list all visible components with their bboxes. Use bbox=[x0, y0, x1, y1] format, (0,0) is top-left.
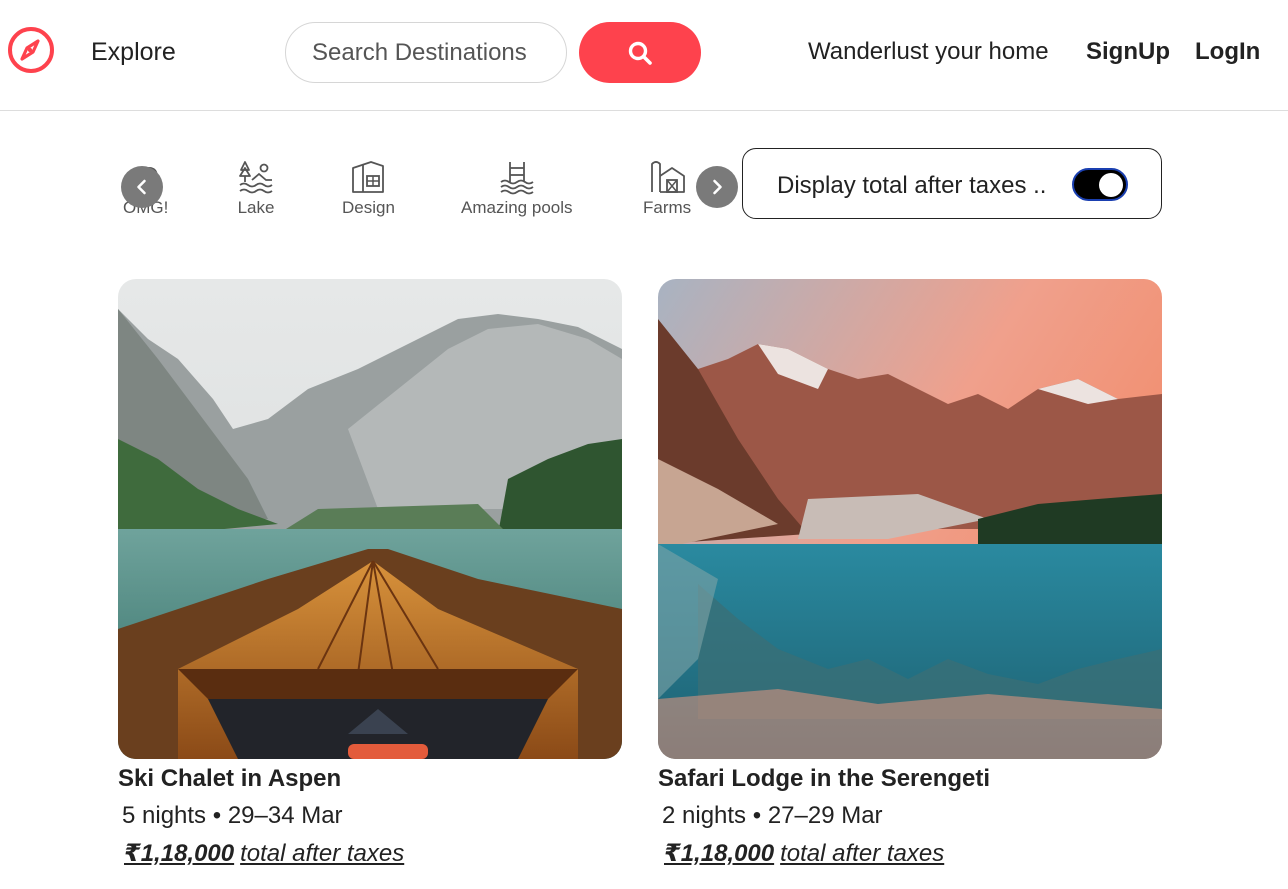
price-amount: ₹1,18,000 bbox=[664, 840, 775, 867]
login-link[interactable]: LogIn bbox=[1195, 38, 1260, 66]
separator-dot: • bbox=[746, 802, 768, 829]
filter-label: Amazing pools bbox=[461, 198, 573, 217]
listing-date-range: 27–29 Mar bbox=[767, 802, 883, 829]
filters-next-button[interactable] bbox=[696, 166, 738, 208]
filter-amazing-pools[interactable]: Amazing pools bbox=[461, 158, 573, 218]
filter-lake[interactable]: Lake bbox=[237, 158, 275, 218]
filter-label: Lake bbox=[237, 198, 275, 217]
compass-icon[interactable] bbox=[7, 26, 55, 74]
search-input[interactable] bbox=[285, 22, 567, 83]
lake-icon bbox=[239, 161, 273, 194]
host-link[interactable]: Wanderlust your home bbox=[808, 38, 1049, 66]
price-amount: ₹1,18,000 bbox=[124, 840, 235, 867]
farm-icon bbox=[651, 161, 685, 193]
listing-date-range: 29–34 Mar bbox=[227, 802, 343, 829]
navbar: Explore Wanderlust your home SignUp LogI… bbox=[0, 0, 1288, 111]
price-suffix: total after taxes bbox=[240, 840, 405, 867]
filter-label: Farms bbox=[643, 198, 692, 217]
filter-farms[interactable]: Farms bbox=[643, 158, 691, 218]
pool-icon bbox=[500, 162, 534, 195]
listing-dates: 2 nights • 27–29 Mar bbox=[658, 802, 1162, 830]
listing-nights: 2 nights bbox=[662, 802, 747, 829]
explore-link[interactable]: Explore bbox=[91, 38, 176, 67]
price-suffix: total after taxes bbox=[780, 840, 945, 867]
tax-toggle-label: Display total after taxes .. bbox=[777, 172, 1047, 199]
listing-price: ₹1,18,000 total after taxes bbox=[118, 839, 622, 868]
chevron-right-icon bbox=[713, 179, 722, 195]
listing-title: Safari Lodge in the Serengeti bbox=[658, 765, 991, 792]
tax-toggle-knob bbox=[1099, 173, 1123, 197]
search-icon bbox=[628, 41, 652, 65]
signup-link[interactable]: SignUp bbox=[1086, 38, 1170, 66]
listing-card[interactable]: Safari Lodge in the Serengeti 2 nights •… bbox=[658, 279, 1162, 868]
filter-label: Design bbox=[342, 198, 395, 217]
filter-design[interactable]: Design bbox=[342, 158, 395, 218]
listing-card[interactable]: Ski Chalet in Aspen 5 nights • 29–34 Mar… bbox=[118, 279, 622, 868]
listing-dates: 5 nights • 29–34 Mar bbox=[118, 802, 622, 830]
listing-image[interactable] bbox=[118, 279, 622, 759]
filters-prev-button[interactable] bbox=[121, 166, 163, 208]
design-icon bbox=[352, 161, 385, 193]
listing-price: ₹1,18,000 total after taxes bbox=[658, 839, 1162, 868]
search-button[interactable] bbox=[579, 22, 701, 83]
listing-nights: 5 nights bbox=[122, 802, 207, 829]
chevron-left-icon bbox=[137, 179, 146, 195]
listing-image[interactable] bbox=[658, 279, 1162, 759]
category-filters: OMG! Lake Design bbox=[118, 150, 738, 230]
listing-title: Ski Chalet in Aspen bbox=[118, 765, 342, 792]
separator-dot: • bbox=[206, 802, 228, 829]
tax-toggle-switch[interactable] bbox=[1072, 168, 1128, 201]
tax-toggle-container: Display total after taxes .. bbox=[742, 148, 1162, 219]
